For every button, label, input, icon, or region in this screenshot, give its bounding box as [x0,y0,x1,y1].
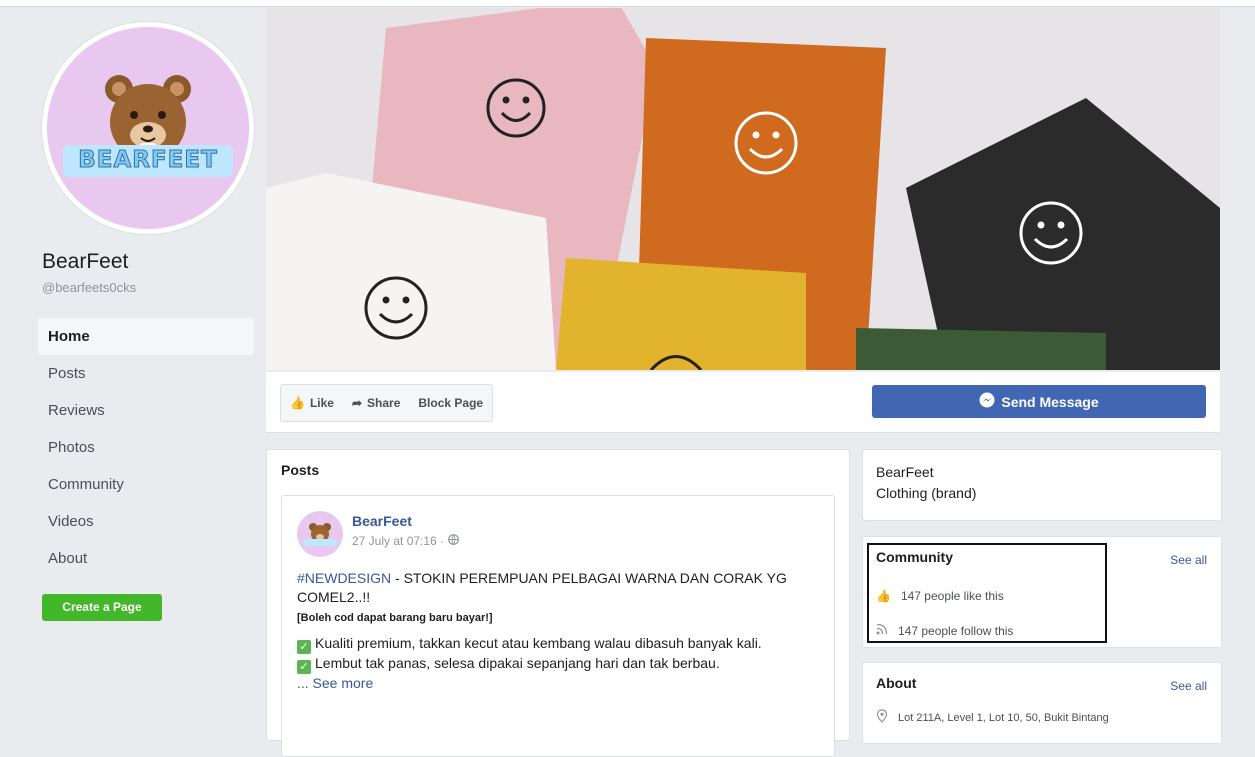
post-timestamp[interactable]: 27 July at 07:16 · [352,534,459,548]
posts-section: Posts BearFeet 27 July at 07:16 · #NEWDE… [266,449,850,757]
bearfeet-logo: BEARFEET [47,27,249,229]
posts-heading: Posts [281,462,320,478]
create-page-button[interactable]: Create a Page [42,594,162,621]
post-card: BearFeet 27 July at 07:16 · #NEWDESIGN -… [281,495,835,757]
address-line: Lot 211A, Level 1, Lot 10, 50, Bukit Bin… [876,709,1109,726]
logo-text: BEARFEET [78,147,218,174]
post-text: #NEWDESIGN - STOKIN PEREMPUAN PELBAGAI W… [297,569,827,693]
page-category[interactable]: Clothing (brand) [876,485,976,501]
see-more-link[interactable]: ... See more [297,675,373,691]
post-avatar[interactable] [297,511,343,557]
follows-text: 147 people follow this [898,623,1014,638]
messenger-icon [979,392,995,411]
community-heading: Community [876,549,953,565]
thumbs-up-icon: 👍 [876,589,891,603]
check-icon: ✓ [297,640,311,654]
like-label: Like [309,396,334,410]
about-see-all-link[interactable]: See all [1170,679,1207,693]
post-point-1: Kualiti premium, takkan kecut atau kemba… [315,635,762,651]
top-bar [0,0,1255,7]
about-heading: About [876,675,917,691]
nav-item-reviews[interactable]: Reviews [38,392,254,429]
nav-item-videos[interactable]: Videos [38,503,254,540]
post-bold-line: [Boleh cod dapat barang baru bayar!] [297,612,493,624]
community-card: Community See all 👍 147 people like this… [862,536,1222,648]
share-button[interactable]: ➦ Share [343,385,409,421]
globe-icon [448,534,459,548]
nav-item-about[interactable]: About [38,540,254,577]
follows-count: 147 people follow this [876,623,1013,638]
page-actions: 👍 Like ➦ Share Block Page [280,384,494,422]
send-message-button[interactable]: Send Message [872,385,1206,418]
nav-item-community[interactable]: Community [38,466,254,503]
likes-text: 147 people like this [900,589,1004,603]
thumbs-up-icon: 👍 [290,396,305,410]
page-action-bar: 👍 Like ➦ Share Block Page Send Message [266,372,1220,433]
rss-icon [876,623,888,638]
share-label: Share [367,396,401,410]
cover-photo[interactable] [266,8,1220,370]
share-icon: ➦ [351,396,363,410]
map-pin-icon [876,709,888,726]
page-nav: Home Posts Reviews Photos Community Vide… [38,318,254,577]
page-info-card: BearFeet Clothing (brand) [862,449,1222,521]
block-page-button[interactable]: Block Page [409,385,492,421]
like-button[interactable]: 👍 Like [281,385,343,421]
post-point-2: Lembut tak panas, selesa dipakai sepanja… [315,655,720,671]
likes-count: 👍 147 people like this [876,589,1004,603]
community-see-all-link[interactable]: See all [1170,553,1207,567]
address-text[interactable]: Lot 211A, Level 1, Lot 10, 50, Bukit Bin… [898,712,1109,724]
nav-item-home[interactable]: Home [38,318,254,355]
post-author[interactable]: BearFeet [352,513,412,529]
page-handle[interactable]: @bearfeets0cks [42,280,136,295]
post-time-text: 27 July at 07:16 · [352,534,445,548]
hashtag-link[interactable]: #NEWDESIGN [297,570,391,586]
nav-item-posts[interactable]: Posts [38,355,254,392]
page-name: BearFeet [42,250,129,273]
info-page-name: BearFeet [876,464,934,480]
check-icon: ✓ [297,660,311,674]
profile-picture[interactable]: BEARFEET [42,22,254,234]
about-card: About See all Lot 211A, Level 1, Lot 10,… [862,662,1222,744]
nav-item-photos[interactable]: Photos [38,429,254,466]
send-message-label: Send Message [1001,393,1099,410]
